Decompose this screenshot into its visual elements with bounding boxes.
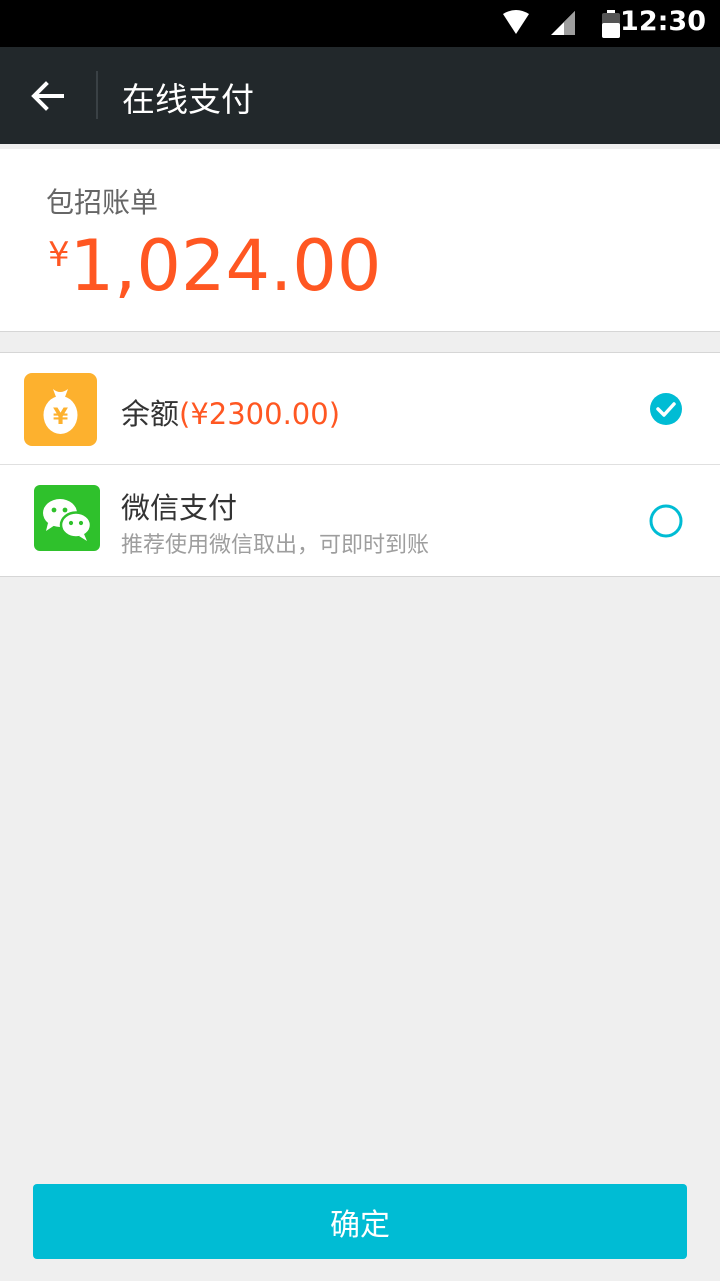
battery-icon bbox=[602, 10, 620, 38]
payment-method-subtitle: 推荐使用微信取出，可即时到账 bbox=[121, 533, 430, 558]
wechat-icon bbox=[34, 485, 100, 551]
app-bar-divider bbox=[96, 71, 98, 119]
bill-amount: ¥1,024.00 bbox=[48, 225, 381, 307]
wifi-icon bbox=[503, 10, 529, 34]
bill-summary: 包招账单 ¥1,024.00 bbox=[0, 149, 720, 332]
payment-method-balance[interactable]: ¥ 余额(¥2300.00) bbox=[0, 353, 720, 464]
payment-method-title: 微信支付 bbox=[121, 491, 238, 525]
payment-method-title: 余额(¥2300.00) bbox=[121, 391, 340, 433]
bill-currency: ¥ bbox=[48, 235, 70, 275]
payment-method-list: ¥ 余额(¥2300.00) 微信支付 推荐使用微信取出，可即时到账 bbox=[0, 352, 720, 577]
signal-icon bbox=[551, 11, 575, 35]
bill-label: 包招账单 bbox=[46, 186, 159, 219]
radio-checked-icon[interactable] bbox=[649, 392, 683, 426]
balance-label: 余额 bbox=[121, 397, 180, 431]
balance-amount: (¥2300.00) bbox=[179, 397, 341, 431]
money-bag-icon: ¥ bbox=[24, 373, 97, 446]
page-title: 在线支付 bbox=[122, 80, 254, 119]
payment-method-wechat[interactable]: 微信支付 推荐使用微信取出，可即时到账 bbox=[0, 464, 720, 576]
radio-unchecked-icon[interactable] bbox=[649, 504, 683, 538]
confirm-button[interactable]: 确定 bbox=[33, 1184, 687, 1259]
status-bar: 12:30 bbox=[0, 0, 720, 47]
bill-amount-value: 1,024.00 bbox=[69, 225, 382, 307]
arrow-left-icon[interactable] bbox=[26, 75, 68, 117]
status-time: 12:30 bbox=[620, 6, 706, 37]
svg-text:¥: ¥ bbox=[53, 405, 69, 430]
app-bar: 在线支付 bbox=[0, 47, 720, 144]
